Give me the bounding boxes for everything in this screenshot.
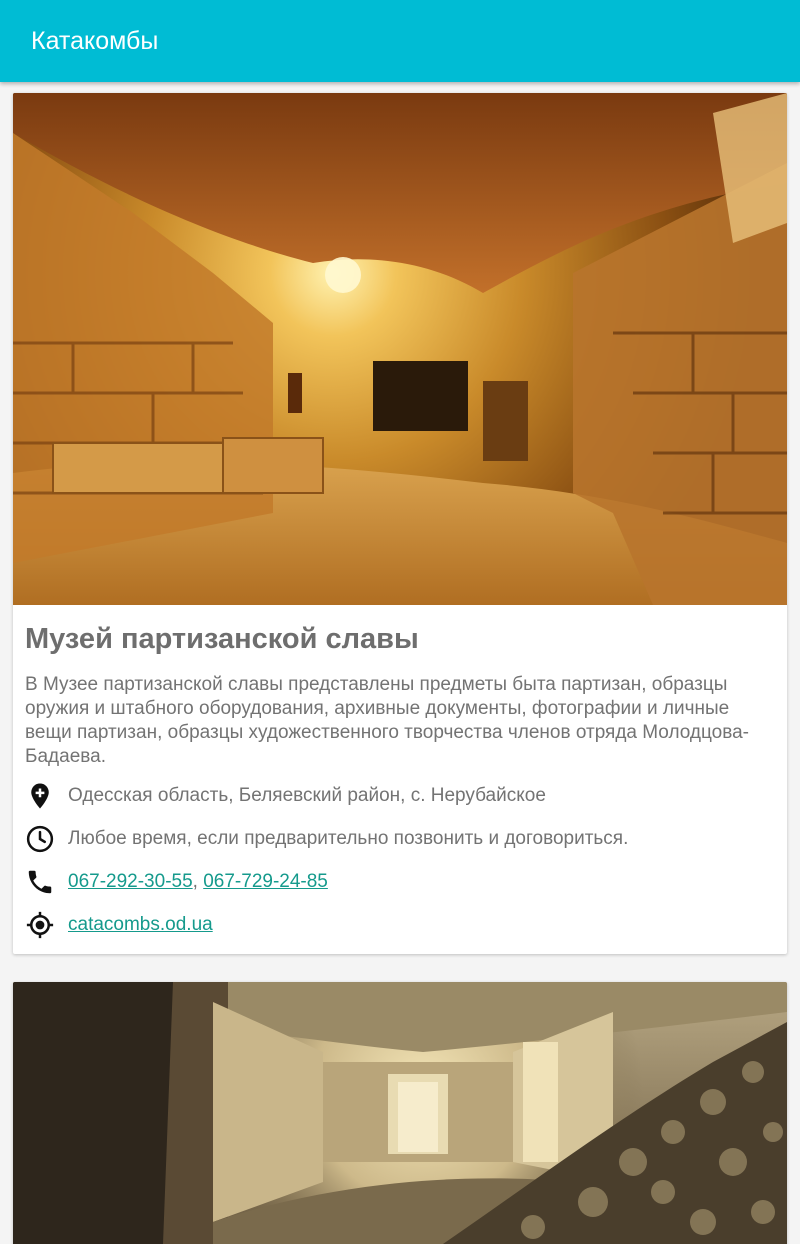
phone-numbers: 067-292-30-55, 067-729-24-85 [68,870,328,894]
hours-row: Любое время, если предварительно позвони… [25,824,777,854]
catacomb-card[interactable] [13,982,787,1244]
phone-icon [25,867,55,897]
website-text: catacombs.od.ua [68,913,213,937]
address-row: Одесская область, Беляевский район, с. Н… [25,781,777,811]
address-text: Одесская область, Беляевский район, с. Н… [68,785,546,806]
phone-row: 067-292-30-55, 067-729-24-85 [25,867,777,897]
card-description: В Музее партизанской славы представлены … [25,674,750,767]
phone-link-1[interactable]: 067-292-30-55 [68,871,193,892]
website-row: catacombs.od.ua [25,910,777,940]
museum-photo [13,93,787,605]
clock-icon [25,824,55,854]
gps-target-icon [25,910,55,940]
app-bar: Катакомбы [0,0,800,82]
tunnel-photo [13,982,787,1244]
museum-card[interactable]: Музей партизанской славы В Музее партиза… [13,93,787,954]
website-link[interactable]: catacombs.od.ua [68,914,213,935]
location-pin-icon [25,781,55,811]
card-list[interactable]: Музей партизанской славы В Музее партиза… [0,82,800,1244]
app-title: Катакомбы [31,27,159,55]
hours-text: Любое время, если предварительно позвони… [68,828,629,849]
phone-separator: , [192,871,204,892]
phone-link-2[interactable]: 067-729-24-85 [203,871,328,892]
card-title: Музей партизанской славы [25,623,419,655]
